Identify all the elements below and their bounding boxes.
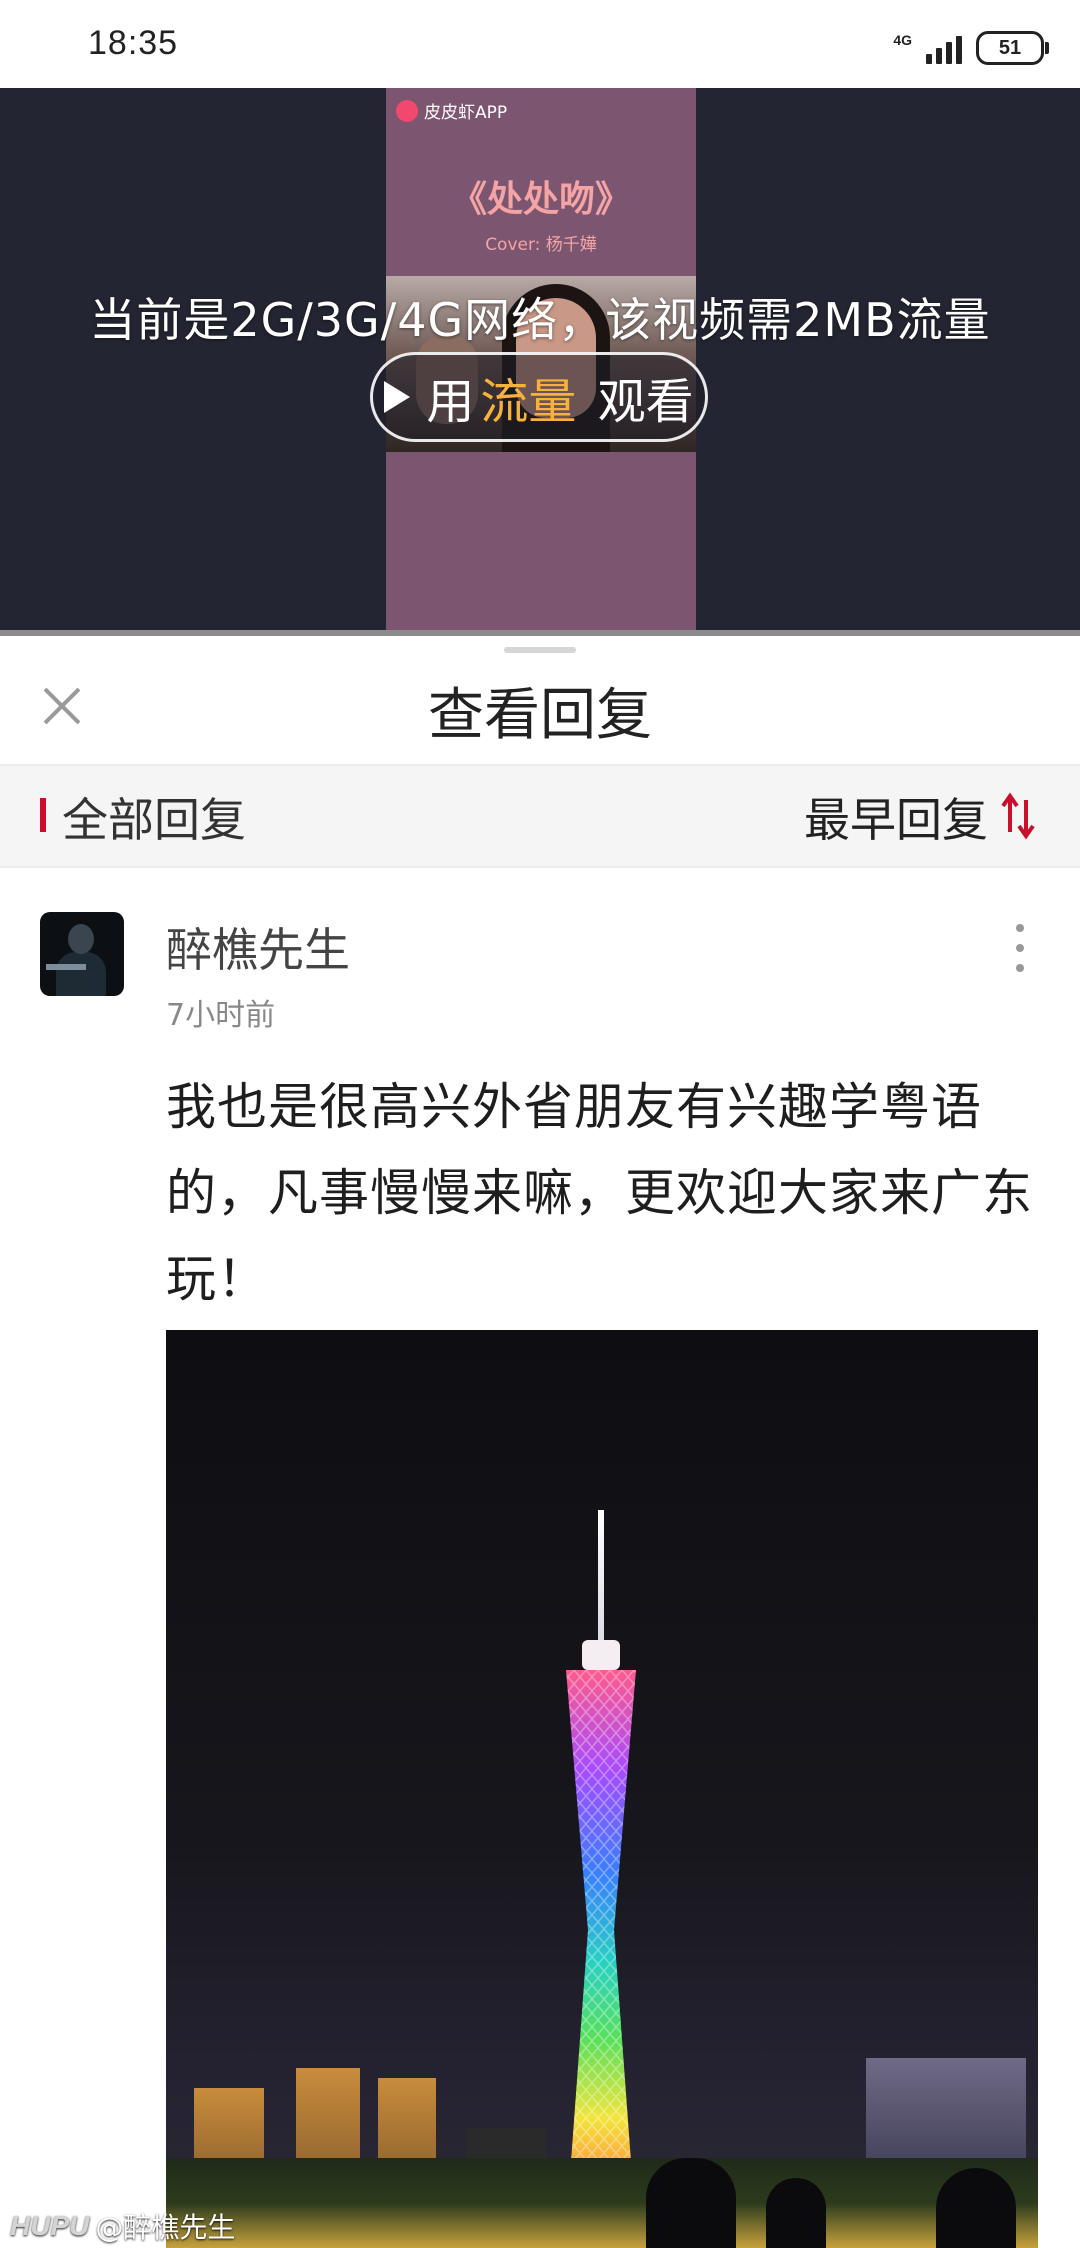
battery-icon: 51 <box>976 31 1049 65</box>
reply-panel-header: 查看回复 <box>0 660 1080 766</box>
thumbnail-app-name: 皮皮虾APP <box>424 103 508 123</box>
play-icon <box>384 381 411 413</box>
network-type-label: 4G <box>893 32 912 48</box>
city-skyline <box>166 2048 1038 2248</box>
sort-arrows-icon[interactable] <box>1000 792 1036 840</box>
video-progress-bar[interactable] <box>0 630 1080 636</box>
thumbnail-cover-artist: Cover: 杨千嬅 <box>485 235 597 255</box>
reply-author[interactable]: 醉樵先生 <box>166 914 350 980</box>
avatar-figure-body <box>56 952 106 996</box>
reply-content: 我也是很高兴外省朋友有兴趣学粤语的，凡事慢慢来嘛，更欢迎大家来广东玩！ <box>166 1078 1033 1308</box>
panel-title: 查看回复 <box>428 683 652 748</box>
panel-drag-handle[interactable] <box>504 647 576 653</box>
reply-image[interactable] <box>166 1330 1038 2248</box>
sculpture <box>646 2158 736 2248</box>
play-label-accent: 流量 <box>480 374 577 430</box>
app-logo-icon <box>396 99 418 122</box>
sculpture <box>936 2168 1016 2248</box>
battery-level: 51 <box>998 36 1022 59</box>
thumbnail-song-title: 《处处吻》 <box>450 179 631 220</box>
play-label-prefix: 用 <box>426 374 475 430</box>
watermark-user: @醉樵先生 <box>95 2211 236 2244</box>
reply-timestamp: 7小时前 <box>166 998 276 1033</box>
thumbnail-app-badge: 皮皮虾APP <box>396 98 507 123</box>
avatar-figure-head <box>68 924 94 954</box>
video-player[interactable]: 皮皮虾APP 《处处吻》 Cover: 杨千嬅 当前是2G/3G/4G网络，该视… <box>0 88 1080 636</box>
watermark: HUPU @醉樵先生 <box>10 2206 235 2246</box>
all-replies-label: 全部回复 <box>62 793 246 847</box>
reply-filter-bar: 全部回复 最早回复 <box>0 766 1080 868</box>
avatar-caption-bar <box>46 964 86 970</box>
section-indicator <box>40 798 46 832</box>
status-indicators: 4G 51 <box>893 28 1049 68</box>
sort-order-button[interactable]: 最早回复 <box>804 784 988 850</box>
play-label-suffix: 观看 <box>582 374 694 430</box>
tower-top <box>582 1640 620 1670</box>
play-with-data-button[interactable]: 用 流量 观看 <box>370 352 708 442</box>
avatar[interactable] <box>40 912 124 996</box>
status-time: 18:35 <box>88 24 179 62</box>
more-options-icon[interactable] <box>1014 924 1026 972</box>
ground-lights <box>166 2158 1038 2248</box>
data-usage-warning: 当前是2G/3G/4G网络，该视频需2MB流量 <box>89 293 991 347</box>
signal-icon <box>926 32 962 64</box>
status-bar: 18:35 4G 51 <box>0 0 1080 88</box>
reply-item: 醉樵先生 7小时前 我也是很高兴外省朋友有兴趣学粤语的，凡事慢慢来嘛，更欢迎大家… <box>0 868 1080 2248</box>
tower-spire <box>598 1510 604 1650</box>
sculpture <box>766 2178 826 2248</box>
watermark-logo: HUPU <box>10 2210 90 2241</box>
